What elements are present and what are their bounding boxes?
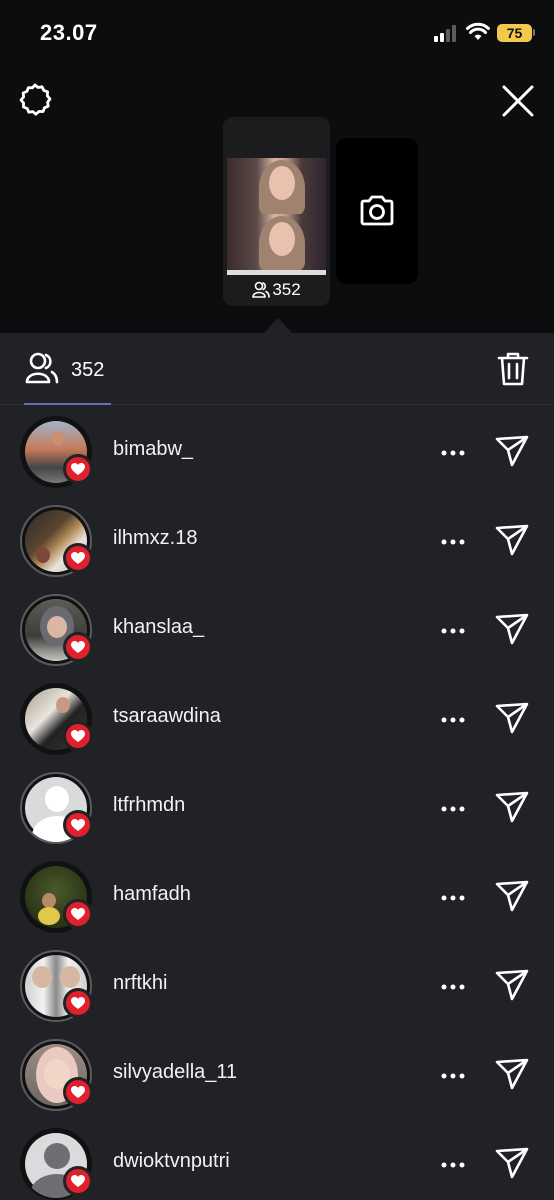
people-icon — [252, 281, 271, 298]
more-icon[interactable] — [440, 1154, 466, 1176]
viewer-username[interactable]: tsaraawdina — [113, 705, 221, 728]
viewer-username[interactable]: bimabw_ — [113, 438, 193, 461]
viewers-count: 352 — [71, 359, 105, 381]
send-icon[interactable] — [494, 878, 530, 914]
story-viewer-count: 352 — [223, 280, 330, 300]
selection-pointer — [264, 318, 292, 333]
story-viewer-count-label: 352 — [272, 280, 301, 299]
wifi-icon — [466, 22, 490, 40]
heart-icon — [63, 899, 93, 929]
send-icon[interactable] — [494, 433, 530, 469]
heart-icon — [63, 454, 93, 484]
heart-icon — [63, 721, 93, 751]
viewers-list: bimabw_ ilhmxz.18 khanslaa_ tsaraawdina … — [0, 408, 554, 1200]
story-thumbnail-image — [227, 158, 326, 275]
viewer-username[interactable]: hamfadh — [113, 883, 191, 906]
trash-icon[interactable] — [497, 351, 529, 387]
send-icon[interactable] — [494, 967, 530, 1003]
gear-icon[interactable] — [17, 82, 53, 118]
send-icon[interactable] — [494, 522, 530, 558]
people-icon[interactable] — [24, 351, 60, 385]
viewer-username[interactable]: nrftkhi — [113, 972, 167, 995]
signal-icon — [434, 24, 460, 42]
viewer-row[interactable]: khanslaa_ — [0, 586, 554, 675]
send-icon[interactable] — [494, 611, 530, 647]
more-icon[interactable] — [440, 798, 466, 820]
battery-tip — [533, 29, 535, 36]
more-icon[interactable] — [440, 442, 466, 464]
send-icon[interactable] — [494, 700, 530, 736]
viewers-sheet: 352 bimabw_ ilhmxz.18 khanslaa_ tsaraawd… — [0, 333, 554, 1200]
camera-icon — [360, 195, 394, 226]
viewer-row[interactable]: hamfadh — [0, 853, 554, 942]
status-time: 23.07 — [40, 20, 98, 45]
heart-icon — [63, 810, 93, 840]
send-icon[interactable] — [494, 1056, 530, 1092]
heart-icon — [63, 1166, 93, 1196]
viewers-tab-indicator — [24, 403, 111, 405]
close-icon[interactable] — [500, 83, 536, 119]
heart-icon — [63, 1077, 93, 1107]
viewer-row[interactable]: bimabw_ — [0, 408, 554, 497]
viewer-row[interactable]: ltfrhmdn — [0, 764, 554, 853]
viewer-username[interactable]: khanslaa_ — [113, 616, 204, 639]
more-icon[interactable] — [440, 709, 466, 731]
more-icon[interactable] — [440, 887, 466, 909]
viewer-row[interactable]: dwioktvnputri — [0, 1120, 554, 1200]
heart-icon — [63, 543, 93, 573]
viewer-row[interactable]: nrftkhi — [0, 942, 554, 1031]
viewer-username[interactable]: dwioktvnputri — [113, 1150, 230, 1173]
story-thumbnail-card[interactable]: 352 — [223, 117, 330, 306]
viewer-username[interactable]: silvyadella_11 — [113, 1061, 237, 1084]
viewer-row[interactable]: tsaraawdina — [0, 675, 554, 764]
viewer-row[interactable]: ilhmxz.18 — [0, 497, 554, 586]
send-icon[interactable] — [494, 1145, 530, 1181]
viewer-username[interactable]: ilhmxz.18 — [113, 527, 197, 550]
more-icon[interactable] — [440, 620, 466, 642]
viewer-username[interactable]: ltfrhmdn — [113, 794, 185, 817]
story-preview-area: 23.07 75 352 — [0, 0, 554, 333]
more-icon[interactable] — [440, 976, 466, 998]
send-icon[interactable] — [494, 789, 530, 825]
more-icon[interactable] — [440, 1065, 466, 1087]
battery-indicator: 75 — [497, 24, 532, 42]
more-icon[interactable] — [440, 531, 466, 553]
viewer-row[interactable]: silvyadella_11 — [0, 1031, 554, 1120]
viewers-header: 352 — [0, 333, 554, 405]
heart-icon — [63, 988, 93, 1018]
heart-icon — [63, 632, 93, 662]
add-story-card[interactable] — [336, 138, 418, 284]
